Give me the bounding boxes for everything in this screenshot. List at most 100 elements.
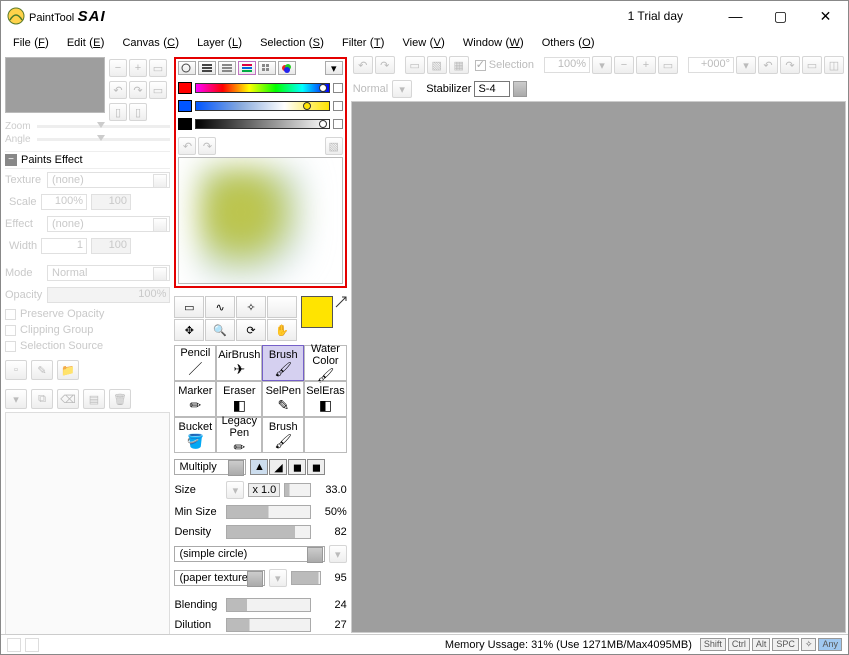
val-slider[interactable] <box>195 119 329 129</box>
layer-clear-button[interactable]: ⌫ <box>57 389 79 409</box>
zoom-field[interactable]: 100% <box>544 57 590 73</box>
menu-others[interactable]: Others (O) <box>542 35 595 49</box>
tool-zoom[interactable]: 🔍 <box>205 319 235 341</box>
minimize-button[interactable]: — <box>713 1 758 31</box>
maximize-button[interactable]: ▢ <box>758 1 803 31</box>
layer-dup-button[interactable]: ⧉ <box>31 389 53 409</box>
width-slider[interactable]: 100 <box>91 238 131 254</box>
swap-colors-icon[interactable] <box>335 296 347 308</box>
paints-effect-header[interactable]: −Paints Effect <box>5 151 170 169</box>
brush-legacypen[interactable]: Legacy Pen✏ <box>216 417 262 453</box>
brush-shape-menu[interactable]: ▾ <box>329 545 347 563</box>
brush-texture-slider[interactable] <box>291 571 321 585</box>
color-rgb-button[interactable] <box>198 61 216 75</box>
brush-eraser[interactable]: Eraser◧ <box>216 381 262 417</box>
new-folder-button[interactable]: 📁 <box>57 360 79 380</box>
scratch-undo-button[interactable]: ↶ <box>178 137 196 155</box>
rotate-ccw-top[interactable]: ↶ <box>758 56 778 74</box>
menu-filter[interactable]: Filter (T) <box>342 35 385 49</box>
blending-slider[interactable] <box>226 598 310 612</box>
scratch-redo-button[interactable]: ↷ <box>198 137 216 155</box>
undo-button[interactable]: ↶ <box>353 56 373 74</box>
rotate-reset-button[interactable]: ▭ <box>149 81 167 99</box>
brush-shape-select[interactable]: (simple circle) <box>174 546 324 562</box>
menu-edit[interactable]: Edit (E) <box>67 35 105 49</box>
tool-hand[interactable]: ✋ <box>267 319 297 341</box>
navigator-thumbnail[interactable] <box>5 57 105 113</box>
stabilizer-dropdown[interactable] <box>513 81 527 97</box>
edge-shape-mid[interactable]: ◢ <box>269 459 287 475</box>
selection-checkbox[interactable] <box>475 60 486 71</box>
layer-list[interactable] <box>5 412 170 635</box>
zoom-fit-top[interactable]: ▭ <box>658 56 678 74</box>
canvas[interactable] <box>351 101 846 633</box>
normal-dropdown[interactable]: ▾ <box>392 80 412 98</box>
brush-brush2[interactable]: Brush🖌 <box>262 417 304 453</box>
tool-lasso[interactable]: ∿ <box>205 296 235 318</box>
flip-h-button[interactable]: ▯ <box>109 103 127 121</box>
zoom-dropdown[interactable]: ▾ <box>592 56 612 74</box>
brush-seleras[interactable]: SelEras◧ <box>304 381 347 417</box>
mode-select[interactable]: Normal <box>47 265 170 281</box>
dilution-slider[interactable] <box>226 618 310 632</box>
edge-shape-flat[interactable]: ◼ <box>307 459 325 475</box>
brush-selpen[interactable]: SelPen✎ <box>262 381 304 417</box>
menu-window[interactable]: Window (W) <box>463 35 524 49</box>
status-icon-2[interactable] <box>25 638 39 652</box>
rotate-cw-button[interactable]: ↷ <box>129 81 147 99</box>
primary-color-swatch[interactable] <box>301 296 333 328</box>
menu-canvas[interactable]: Canvas (C) <box>122 35 179 49</box>
color-wheel-button[interactable] <box>178 61 196 75</box>
color-panel-menu-button[interactable]: ▾ <box>325 61 343 75</box>
effect-select[interactable]: (none) <box>47 216 170 232</box>
angle-field[interactable]: +000° <box>688 57 734 73</box>
stabilizer-value[interactable]: S-4 <box>474 81 510 97</box>
menu-file[interactable]: File (F) <box>13 35 49 49</box>
rotate-reset-top[interactable]: ▭ <box>802 56 822 74</box>
zoom-out-top[interactable]: − <box>614 56 634 74</box>
hue-slider[interactable] <box>195 83 329 93</box>
rotate-cw-top[interactable]: ↷ <box>780 56 800 74</box>
size-step[interactable]: x 1.0 <box>248 483 280 497</box>
deselect-button[interactable]: ▭ <box>405 56 425 74</box>
tool-magic-wand[interactable]: ✧ <box>236 296 266 318</box>
brush-watercolor[interactable]: Water Color🖌 <box>304 345 347 381</box>
menu-selection[interactable]: Selection (S) <box>260 35 324 49</box>
selection-source-checkbox[interactable] <box>5 341 16 352</box>
layer-flatten-button[interactable]: ▤ <box>83 389 105 409</box>
brush-brush[interactable]: Brush🖌 <box>262 345 304 381</box>
edge-shape-hard[interactable]: ◼ <box>288 459 306 475</box>
texture-select[interactable]: (none) <box>47 172 170 188</box>
menu-view[interactable]: View (V) <box>403 35 445 49</box>
flip-h-top[interactable]: ◫ <box>824 56 844 74</box>
zoom-in-top[interactable]: + <box>636 56 656 74</box>
scale-value[interactable]: 100% <box>41 194 87 210</box>
hue-value[interactable] <box>333 83 343 93</box>
rotate-ccw-button[interactable]: ↶ <box>109 81 127 99</box>
width-value[interactable]: 1 <box>41 238 87 254</box>
edge-shape-soft[interactable]: ▲ <box>250 459 268 475</box>
minsize-slider[interactable] <box>226 505 310 519</box>
new-layer-button[interactable]: ▫ <box>5 360 27 380</box>
brush-airbrush[interactable]: AirBrush✈ <box>216 345 262 381</box>
sat-value[interactable] <box>333 101 343 111</box>
scale-slider[interactable]: 100 <box>91 194 131 210</box>
sat-slider[interactable] <box>195 101 329 111</box>
menu-layer[interactable]: Layer (L) <box>197 35 242 49</box>
zoom-out-button[interactable]: − <box>109 59 127 77</box>
color-hsv-button[interactable] <box>218 61 236 75</box>
layer-delete-button[interactable]: 🗑 <box>109 389 131 409</box>
angle-slider[interactable] <box>37 138 170 141</box>
brush-pencil[interactable]: Pencil／ <box>174 345 216 381</box>
zoom-fit-button[interactable]: ▭ <box>149 59 167 77</box>
angle-dropdown[interactable]: ▾ <box>736 56 756 74</box>
nav-extra-button[interactable]: ▯ <box>129 103 147 121</box>
brush-marker[interactable]: Marker✏ <box>174 381 216 417</box>
brush-bucket[interactable]: Bucket🪣 <box>174 417 216 453</box>
color-swatches-button[interactable] <box>258 61 276 75</box>
brush-texture-menu[interactable]: ▾ <box>269 569 287 587</box>
brush-texture-select[interactable]: (paper textures) <box>174 570 264 586</box>
new-linework-button[interactable]: ✎ <box>31 360 53 380</box>
val-value[interactable] <box>333 119 343 129</box>
zoom-in-button[interactable]: + <box>129 59 147 77</box>
